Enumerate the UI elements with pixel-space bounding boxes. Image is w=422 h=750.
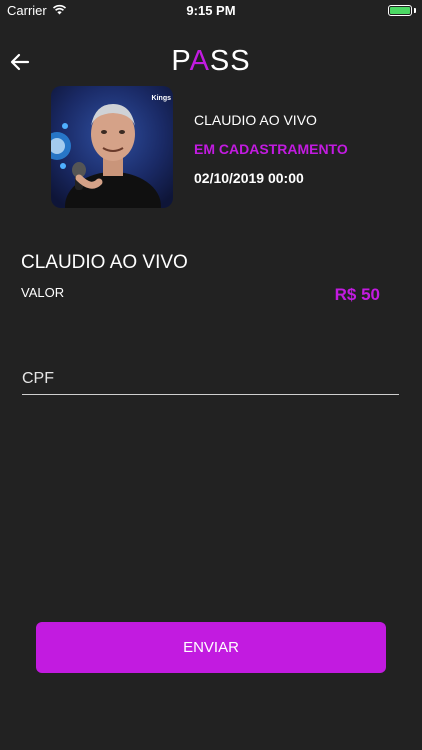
logo-text-end: SS xyxy=(209,45,251,77)
app-logo: PASS xyxy=(0,45,422,78)
cpf-input[interactable]: CPF xyxy=(22,366,399,395)
price-value: R$ 50 xyxy=(334,285,380,304)
event-datetime: 02/10/2019 00:00 xyxy=(194,170,304,186)
valor-label: VALOR xyxy=(21,285,65,300)
details-title: CLAUDIO AO VIVO xyxy=(21,252,188,273)
event-name: CLAUDIO AO VIVO xyxy=(194,112,317,128)
status-time: 9:15 PM xyxy=(186,3,236,18)
status-bar: Carrier 9:15 PM xyxy=(0,0,422,22)
event-image: Kings xyxy=(51,86,173,208)
event-image-caption: Kings xyxy=(151,95,171,102)
battery-icon xyxy=(388,5,412,16)
send-button[interactable]: ENVIAR xyxy=(36,622,386,673)
logo-text-accent: A xyxy=(189,45,210,77)
cpf-placeholder: CPF xyxy=(22,370,54,387)
logo-text-start: P xyxy=(171,45,190,77)
send-button-label: ENVIAR xyxy=(183,639,239,656)
event-status: EM CADASTRAMENTO xyxy=(194,141,348,157)
event-info: CLAUDIO AO VIVO EM CADASTRAMENTO 02/10/2… xyxy=(194,112,348,199)
battery-level xyxy=(390,7,410,14)
battery-tip xyxy=(414,8,416,13)
